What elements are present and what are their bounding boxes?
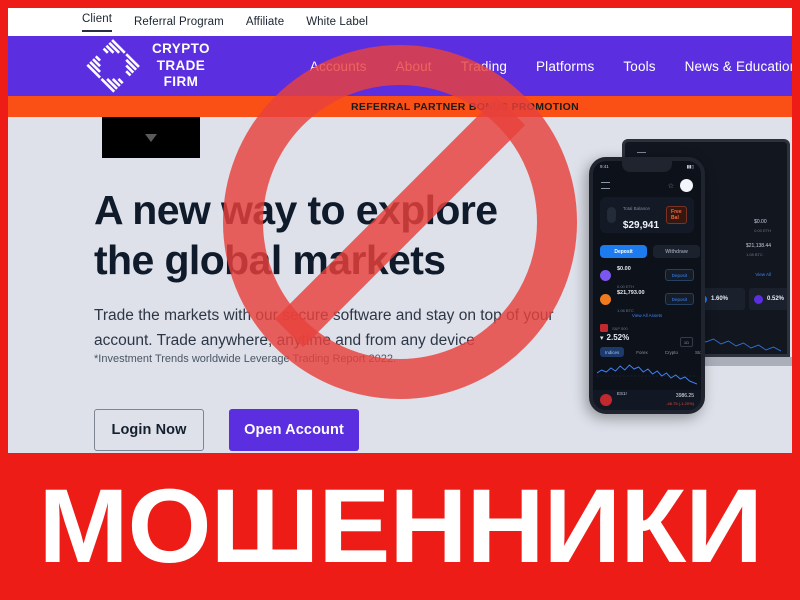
nav-item-about[interactable]: About <box>396 59 432 74</box>
phone-balance-badge: Free Bal <box>666 206 687 224</box>
phone-withdraw-tab[interactable]: Withdraw <box>653 245 700 258</box>
phone-view-all-link[interactable]: View All Assets <box>593 313 701 318</box>
phone-balance-card: Total Balance $29,941 Free Bal <box>600 197 694 233</box>
laptop-market-pct: 1.60% <box>711 296 729 302</box>
phone-asset-value: $21,793.00 <box>617 290 645 296</box>
laptop-view-all-link[interactable]: View All <box>755 272 771 277</box>
hero-subtitle: Trade the markets with our secure softwa… <box>94 307 554 350</box>
brand-name: CRYPTO TRADE FIRM <box>152 40 210 90</box>
phone-tab-stock[interactable]: Stock <box>690 347 701 357</box>
phone-balance-value: $29,941 <box>622 220 660 231</box>
phone-status-bar: 9:41 ▮▮▯ <box>600 164 694 170</box>
phone-clock: 9:41 <box>600 163 609 169</box>
nav-item-news-education[interactable]: News & Education <box>685 59 792 74</box>
laptop-market-pct: 0.52% <box>767 296 785 302</box>
phone-index-name: S&P 500 <box>612 325 628 331</box>
phone-index-change: ▾ 2.52% <box>600 333 629 342</box>
phone-segmented-control: Deposit Withdraw <box>600 245 700 258</box>
website-screenshot: Client Referral Program Affiliate White … <box>8 8 792 453</box>
phone-asset-row: $0.00 0.00 ETH Deposit <box>600 264 694 289</box>
laptop-asset-sub: 0.00 ETH <box>754 227 771 233</box>
phone-tab-indices[interactable]: Indices <box>600 347 625 357</box>
phone-footer-symbol: ES1! <box>617 391 627 396</box>
phone-footer-name: S&P 500 <box>617 409 635 414</box>
hero-footnote: *Investment Trends worldwide Leverage Tr… <box>94 353 397 365</box>
laptop-market-card[interactable]: 0.52% <box>749 288 787 310</box>
phone-footer-change: -46.75 (-1.20%) <box>666 401 694 406</box>
hero-actions: Login Now Open Account <box>94 409 359 451</box>
main-nav-links: Accounts About Trading Platforms Tools N… <box>310 59 792 74</box>
phone-asset-row: $21,793.00 1.08 BTC Deposit <box>600 288 694 313</box>
nav-item-accounts[interactable]: Accounts <box>310 59 367 74</box>
open-account-button[interactable]: Open Account <box>229 409 359 451</box>
phone-index-row: S&P 500 <box>600 324 694 332</box>
brand-logo[interactable]: CRYPTO TRADE FIRM <box>8 39 210 93</box>
hero-section: A new way to explore the global markets … <box>8 117 792 453</box>
phone-deposit-button[interactable]: Deposit <box>664 269 694 281</box>
scam-alert-banner: МОШЕННИКИ <box>0 453 800 600</box>
trend-down-icon: ▾ <box>600 334 604 342</box>
phone-market-tabs: Indices Forex Crypto Stock <box>600 347 701 357</box>
laptop-asset-row: $21,138.44 1.08 BTC <box>746 242 771 259</box>
phone-balance-label: Total Balance <box>622 206 650 211</box>
device-mockups: Total Balance $29,735 $0.00 0.00 ETH $21… <box>557 117 792 453</box>
nav-item-platforms[interactable]: Platforms <box>536 59 594 74</box>
laptop-asset-sub: 1.08 BTC <box>745 251 763 257</box>
utility-nav: Client Referral Program Affiliate White … <box>8 8 792 36</box>
phone-ticker-footer: ES1! S&P 500 3986.25 -46.75 (-1.20%) <box>593 390 701 410</box>
utility-nav-item-white-label[interactable]: White Label <box>306 16 368 28</box>
hero-title: A new way to explore the global markets <box>94 187 498 284</box>
chevron-down-icon <box>145 133 157 142</box>
index-marker-icon <box>600 324 608 332</box>
phone-footer-price: 3986.25 <box>675 393 694 399</box>
phone-deposit-button[interactable]: Deposit <box>664 293 694 305</box>
nav-item-tools[interactable]: Tools <box>623 59 655 74</box>
phone-mockup: 9:41 ▮▮▯ ☆ Total Balance $29,941 Free Ba… <box>589 157 705 414</box>
phone-tab-crypto[interactable]: Crypto <box>660 347 683 357</box>
phone-signal-icon: ▮▮▯ <box>686 163 694 169</box>
utility-nav-item-referral-program[interactable]: Referral Program <box>134 16 224 28</box>
avatar[interactable] <box>680 179 693 192</box>
bell-icon[interactable]: ☆ <box>668 182 674 190</box>
utility-nav-item-client[interactable]: Client <box>82 13 113 32</box>
laptop-asset-row: $0.00 0.00 ETH <box>754 218 771 235</box>
phone-wallet-icon <box>607 207 616 223</box>
nav-item-trading[interactable]: Trading <box>461 59 507 74</box>
eth-coin-icon <box>600 269 611 281</box>
language-selector[interactable] <box>102 117 200 158</box>
utility-nav-item-affiliate[interactable]: Affiliate <box>246 16 284 28</box>
market-dot-icon <box>754 294 763 304</box>
crypto-trade-firm-diamond-icon <box>86 39 140 93</box>
phone-asset-value: $0.00 <box>617 266 631 272</box>
phone-tab-forex[interactable]: Forex <box>631 347 653 357</box>
hamburger-menu-icon[interactable] <box>601 182 610 189</box>
btc-coin-icon <box>600 293 611 305</box>
phone-chart <box>596 359 698 387</box>
main-nav: CRYPTO TRADE FIRM Accounts About Trading… <box>8 36 792 96</box>
phone-index-pct: 2.52% <box>606 333 630 342</box>
login-now-button[interactable]: Login Now <box>94 409 204 451</box>
promo-banner[interactable]: REFERRAL PARTNER BONUS PROMOTION <box>8 96 792 117</box>
phone-index-badge[interactable]: 1D <box>679 337 693 347</box>
phone-app-header: ☆ <box>601 179 693 192</box>
scam-alert-text: МОШЕННИКИ <box>38 468 762 585</box>
promo-banner-text: REFERRAL PARTNER BONUS PROMOTION <box>351 100 579 113</box>
laptop-asset-value: $0.00 <box>754 219 767 225</box>
ticker-badge-icon <box>600 394 612 406</box>
laptop-asset-value: $21,138.44 <box>745 243 771 249</box>
screenshot-root: Client Referral Program Affiliate White … <box>0 0 800 600</box>
